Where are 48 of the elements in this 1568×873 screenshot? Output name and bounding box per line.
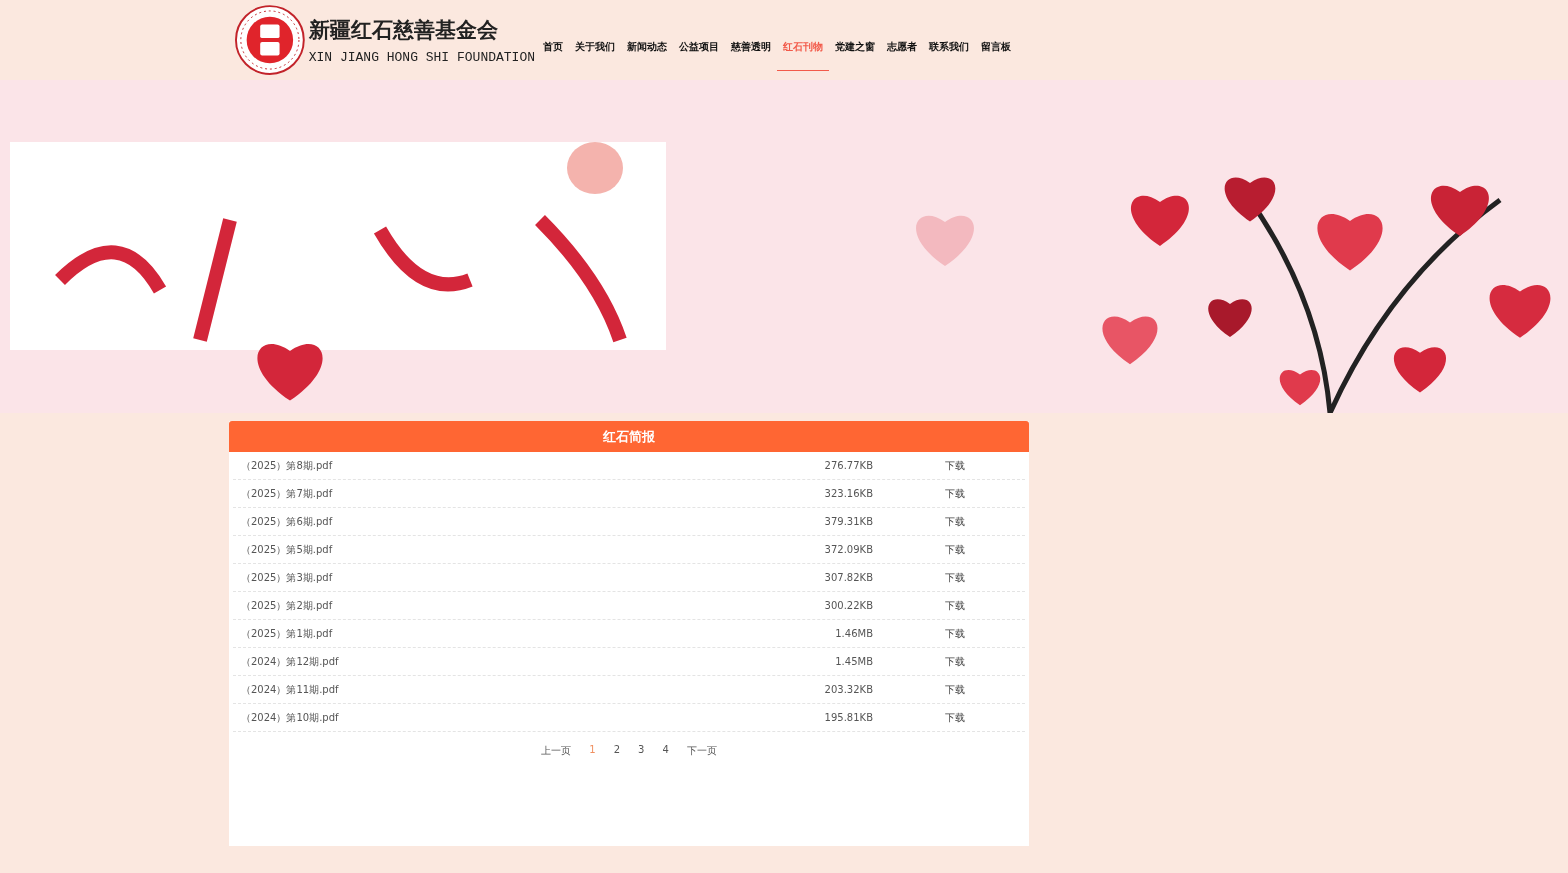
logo-icon bbox=[235, 4, 305, 76]
file-name: （2025）第5期.pdf bbox=[240, 542, 334, 557]
file-size: 195.81KB bbox=[823, 712, 873, 723]
file-name: （2025）第8期.pdf bbox=[240, 458, 334, 473]
download-link[interactable]: 下载 bbox=[945, 710, 965, 725]
file-name: （2025）第7期.pdf bbox=[240, 486, 334, 501]
file-size: 307.82KB bbox=[823, 572, 873, 583]
file-size: 276.77KB bbox=[823, 460, 873, 471]
file-size: 379.31KB bbox=[823, 516, 873, 527]
nav-link[interactable]: 党建之窗 bbox=[829, 0, 881, 71]
file-size: 1.45MB bbox=[834, 656, 873, 667]
file-size: 372.09KB bbox=[823, 544, 873, 555]
file-name: （2024）第11期.pdf bbox=[240, 682, 340, 697]
file-size: 300.22KB bbox=[823, 600, 873, 611]
nav-link[interactable]: 关于我们 bbox=[569, 0, 621, 71]
nav-link[interactable]: 志愿者 bbox=[881, 0, 923, 71]
nav-link[interactable]: 慈善透明 bbox=[725, 0, 777, 71]
file-name: （2024）第12期.pdf bbox=[240, 654, 340, 669]
page-link[interactable]: 3 bbox=[635, 744, 648, 758]
download-link[interactable]: 下载 bbox=[945, 626, 965, 641]
file-name: （2025）第2期.pdf bbox=[240, 598, 334, 613]
download-link[interactable]: 下载 bbox=[945, 682, 965, 697]
nav-link[interactable]: 公益项目 bbox=[673, 0, 725, 71]
file-name: （2025）第3期.pdf bbox=[240, 570, 334, 585]
nav-link[interactable]: 新闻动态 bbox=[621, 0, 673, 71]
file-size: 323.16KB bbox=[823, 488, 873, 499]
download-link[interactable]: 下载 bbox=[945, 458, 965, 473]
download-link[interactable]: 下载 bbox=[945, 570, 965, 585]
file-name: （2025）第6期.pdf bbox=[240, 514, 334, 529]
page-link[interactable]: 4 bbox=[659, 744, 672, 758]
file-size: 203.32KB bbox=[823, 684, 873, 695]
nav-link[interactable]: 留言板 bbox=[975, 0, 1017, 71]
download-link[interactable]: 下载 bbox=[945, 654, 965, 669]
file-size: 1.46MB bbox=[834, 628, 873, 639]
download-link[interactable]: 下载 bbox=[945, 514, 965, 529]
download-link[interactable]: 下载 bbox=[945, 598, 965, 613]
file-name: （2025）第1期.pdf bbox=[240, 626, 334, 641]
download-link[interactable]: 下载 bbox=[945, 486, 965, 501]
site-subtitle: XIN JIANG HONG SHI FOUNDATION bbox=[308, 49, 535, 65]
download-link[interactable]: 下载 bbox=[945, 542, 965, 557]
file-name: （2024）第10期.pdf bbox=[240, 710, 340, 725]
site-title: 新疆红石慈善基金会 bbox=[308, 15, 499, 44]
panel-title: 红石简报 bbox=[229, 421, 1029, 452]
prev-page-link[interactable]: 上一页 bbox=[538, 744, 575, 758]
next-page-link[interactable]: 下一页 bbox=[683, 744, 720, 758]
page-link[interactable]: 2 bbox=[610, 744, 623, 758]
nav-link[interactable]: 联系我们 bbox=[923, 0, 975, 71]
nav-link[interactable]: 首页 bbox=[537, 0, 569, 71]
